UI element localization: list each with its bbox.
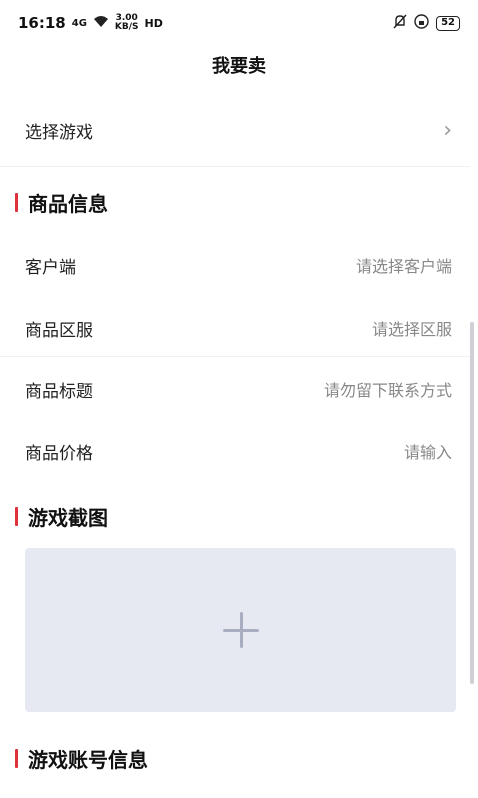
hd-icon: HD (144, 16, 163, 30)
field-label: 客户端 (25, 257, 76, 278)
section-accent-bar (15, 749, 18, 768)
lock-icon (414, 13, 429, 33)
divider (0, 356, 470, 357)
status-bar: 16:18 4G 3.00 KB/S HD 52 (0, 0, 478, 46)
select-game-label: 选择游戏 (25, 122, 93, 143)
server-field[interactable]: 商品区服 请选择区服 (0, 308, 470, 348)
select-game-row[interactable]: 选择游戏 › (0, 110, 470, 150)
field-placeholder: 请勿留下联系方式 (323, 381, 452, 400)
divider (0, 166, 470, 167)
signal-icon: 4G (71, 17, 87, 29)
wifi-icon (93, 14, 109, 32)
field-placeholder: 请输入 (403, 443, 452, 462)
client-field[interactable]: 客户端 请选择客户端 (0, 245, 470, 285)
section-accent-bar (15, 193, 18, 212)
page-title: 我要卖 (212, 56, 266, 77)
scrollbar[interactable] (470, 322, 474, 684)
field-label: 商品价格 (25, 443, 93, 464)
price-field[interactable]: 商品价格 请输入 (0, 431, 470, 471)
status-right: 52 (393, 13, 460, 33)
mute-bell-icon (393, 14, 407, 33)
field-placeholder: 请选择区服 (371, 320, 452, 339)
plus-icon (222, 612, 259, 648)
section-accent-bar (15, 507, 18, 526)
title-field[interactable]: 商品标题 请勿留下联系方式 (0, 369, 470, 409)
section-product-info: 商品信息 (15, 188, 108, 217)
section-title: 游戏账号信息 (28, 748, 148, 772)
section-title: 商品信息 (28, 192, 108, 216)
screenshot-upload-button[interactable] (25, 548, 456, 712)
network-speed: 3.00 KB/S (114, 13, 139, 32)
status-time: 16:18 (18, 14, 66, 32)
field-placeholder: 请选择客户端 (355, 257, 452, 276)
field-label: 商品区服 (25, 320, 93, 341)
status-left: 16:18 4G 3.00 KB/S HD (18, 13, 163, 33)
section-account-info: 游戏账号信息 (15, 744, 148, 773)
section-title: 游戏截图 (28, 506, 108, 530)
section-screenshots: 游戏截图 (15, 502, 108, 531)
chevron-right-icon: › (443, 117, 452, 143)
battery-icon: 52 (436, 15, 460, 31)
field-label: 商品标题 (25, 381, 93, 402)
